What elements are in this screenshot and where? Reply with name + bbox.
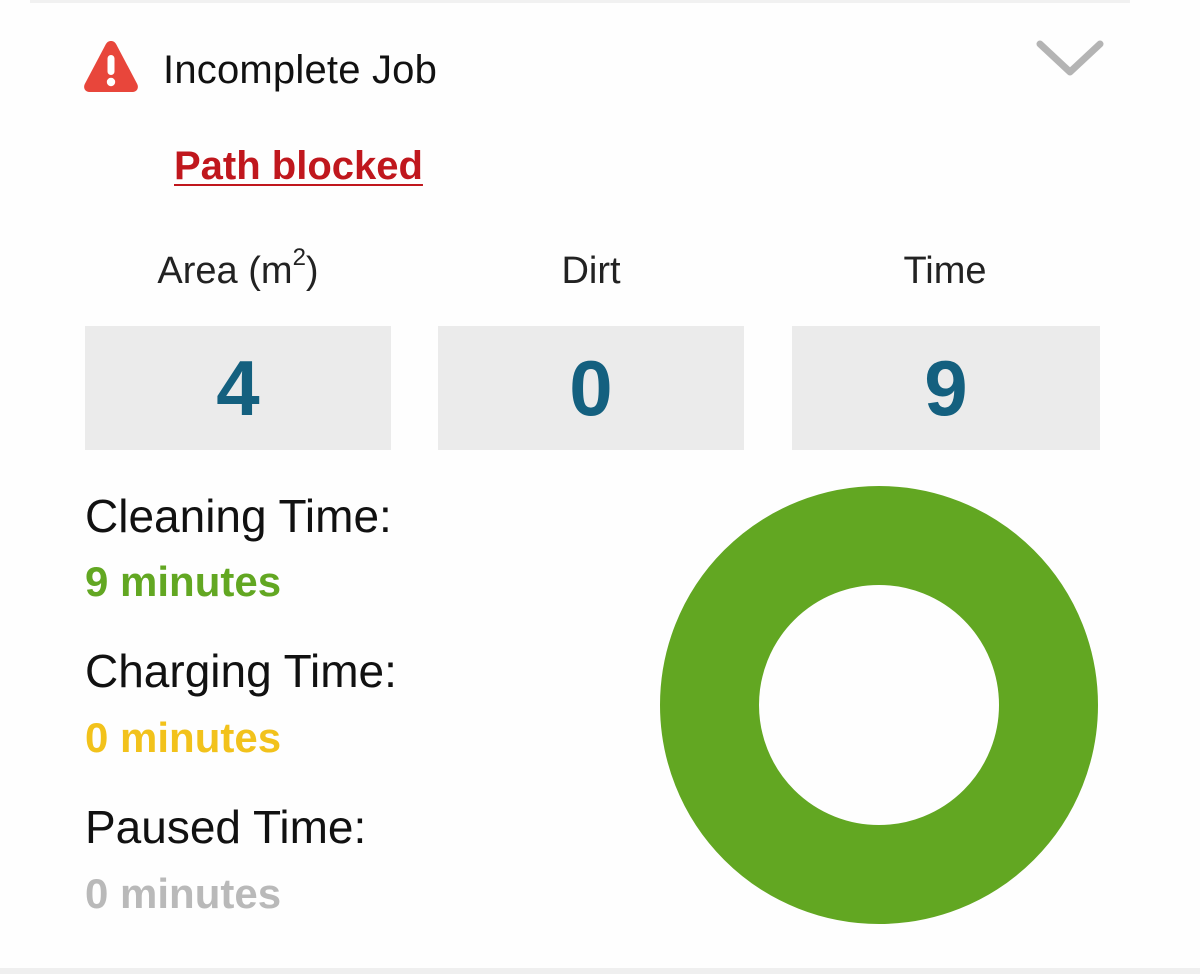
warning-triangle-icon [84, 41, 138, 92]
top-divider [30, 0, 1130, 3]
job-summary-card: Incomplete Job Path blocked Area (m2) Di… [0, 0, 1200, 974]
paused-time-value: 0 minutes [85, 870, 282, 917]
time-value: 9 [924, 344, 968, 432]
area-label: Area (m2) [157, 244, 319, 293]
dirt-value: 0 [569, 344, 613, 432]
time-stat-box: 9 [792, 326, 1100, 450]
cleaning-time-label: Cleaning Time: [85, 490, 392, 542]
area-value: 4 [216, 344, 260, 432]
job-title: Incomplete Job [163, 48, 438, 92]
charging-time-value: 0 minutes [85, 714, 282, 761]
charging-time-label: Charging Time: [85, 645, 397, 697]
time-breakdown-donut-chart [660, 486, 1098, 924]
time-label: Time [903, 250, 987, 292]
area-unit-superscript: 2 [292, 244, 306, 271]
dirt-stat-box: 0 [438, 326, 744, 450]
cleaning-time-value: 9 minutes [85, 558, 282, 605]
chevron-down-icon[interactable] [1034, 36, 1106, 82]
paused-time-label: Paused Time: [85, 801, 367, 853]
bottom-divider [0, 968, 1200, 974]
donut-slice-cleaning [660, 486, 1098, 924]
dirt-label: Dirt [561, 250, 621, 292]
error-reason-link[interactable]: Path blocked [174, 140, 423, 192]
area-stat-box: 4 [85, 326, 391, 450]
